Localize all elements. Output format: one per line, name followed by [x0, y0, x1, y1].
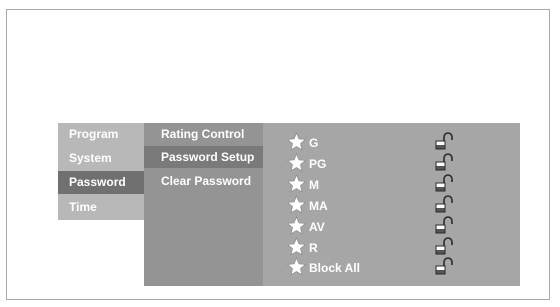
settings-menu: Program System Password Time Rating Cont… — [58, 123, 520, 286]
rating-row-block-all[interactable]: Block All — [287, 257, 512, 277]
menu-item-label: Time — [69, 200, 97, 214]
star-icon — [287, 216, 306, 235]
rating-label: Block All — [309, 261, 360, 275]
submenu-item-clear-password[interactable]: Clear Password — [144, 170, 263, 192]
menu-item-label: Password — [69, 175, 126, 189]
menu-item-time[interactable]: Time — [58, 196, 144, 219]
rating-label: R — [309, 241, 318, 255]
star-icon — [287, 195, 306, 214]
rating-row-pg[interactable]: PG — [287, 153, 512, 173]
menu-item-label: Program — [69, 127, 119, 141]
star-icon — [287, 257, 306, 276]
rating-row-r[interactable]: R — [287, 237, 512, 257]
rating-row-ma[interactable]: MA — [287, 195, 512, 215]
star-icon — [287, 174, 306, 193]
unlocked-padlock-icon[interactable] — [435, 216, 453, 235]
rating-label: AV — [309, 220, 325, 234]
submenu-item-password-setup[interactable]: Password Setup — [144, 146, 263, 168]
unlocked-padlock-icon[interactable] — [435, 195, 453, 214]
category-menu: Program System Password Time — [58, 123, 144, 220]
rating-label: M — [309, 178, 319, 192]
unlocked-padlock-icon[interactable] — [435, 257, 453, 276]
menu-item-label: System — [69, 151, 112, 165]
unlocked-padlock-icon[interactable] — [435, 237, 453, 256]
menu-item-system[interactable]: System — [58, 147, 144, 170]
unlocked-padlock-icon[interactable] — [435, 153, 453, 172]
rating-row-g[interactable]: G — [287, 132, 512, 152]
star-icon — [287, 153, 306, 172]
star-icon — [287, 237, 306, 256]
submenu-item-label: Password Setup — [161, 150, 255, 164]
submenu: Rating Control Password Setup Clear Pass… — [144, 123, 274, 286]
rating-label: PG — [309, 157, 327, 171]
screen-frame: Program System Password Time Rating Cont… — [6, 9, 550, 300]
menu-item-program[interactable]: Program — [58, 123, 144, 146]
menu-item-password[interactable]: Password — [58, 171, 144, 194]
unlocked-padlock-icon[interactable] — [435, 174, 453, 193]
rating-row-av[interactable]: AV — [287, 216, 512, 236]
submenu-item-label: Rating Control — [161, 127, 245, 141]
unlocked-padlock-icon[interactable] — [435, 132, 453, 151]
submenu-item-rating-control[interactable]: Rating Control — [144, 123, 263, 145]
rating-row-m[interactable]: M — [287, 174, 512, 194]
submenu-item-label: Clear Password — [161, 174, 252, 188]
rating-label: G — [309, 136, 319, 150]
rating-list: G PG M MA AV R Block All — [263, 123, 520, 286]
star-icon — [287, 132, 306, 151]
rating-label: MA — [309, 199, 328, 213]
